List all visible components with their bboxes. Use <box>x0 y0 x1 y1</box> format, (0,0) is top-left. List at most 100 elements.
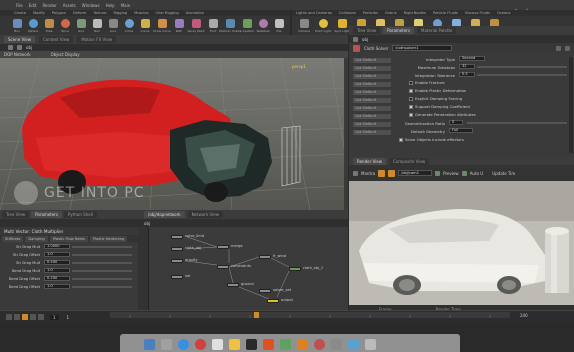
subtab-damping[interactable]: Damping <box>25 235 48 242</box>
shelf-tool-draw-curve[interactable]: Draw Curve <box>153 19 171 33</box>
shelf-tool-camera[interactable]: Camera <box>296 19 312 33</box>
terminal-icon[interactable] <box>246 339 257 350</box>
filezilla-icon[interactable] <box>263 339 274 350</box>
back-arrow-icon[interactable] <box>353 170 358 176</box>
param-slider[interactable] <box>72 278 132 280</box>
tab-python-shell[interactable]: Python Shell <box>64 211 97 218</box>
play-icon[interactable] <box>22 314 28 320</box>
menu-edit[interactable]: Edit <box>29 3 37 8</box>
app-icon[interactable] <box>314 339 325 350</box>
integration-tolerance-field[interactable]: 0.5 <box>459 72 475 77</box>
tab-context-view[interactable]: Context View <box>38 36 74 43</box>
auto-update-check[interactable] <box>461 170 467 176</box>
subtab-plastic-hardening[interactable]: Plastic Hardening <box>89 235 128 242</box>
shelf-tab[interactable]: Rigid Bodies <box>404 10 426 16</box>
param-slider[interactable] <box>72 262 132 264</box>
shelf-tab[interactable]: Muscles <box>134 10 148 16</box>
tab-material-palette[interactable]: Material Palette <box>417 27 457 34</box>
menu-file[interactable]: File <box>16 3 23 8</box>
shelf-tool-font[interactable]: Font <box>206 19 220 33</box>
tab-composite-view[interactable]: Composite View <box>389 157 430 165</box>
shelf-tab[interactable]: Texture <box>93 10 106 16</box>
node-output[interactable] <box>267 299 279 303</box>
shelf-tool-spot-light[interactable]: Spot Light <box>334 19 350 33</box>
penetration-attrs-check[interactable]: Generate Penetration Attributes <box>409 112 476 117</box>
jump-start-icon[interactable] <box>6 314 12 320</box>
finder-icon[interactable] <box>144 339 155 350</box>
camera-menu[interactable]: /obj/cam1 <box>398 170 433 176</box>
gear-icon[interactable] <box>556 45 561 51</box>
app-icon[interactable] <box>331 339 342 350</box>
geometrization-ratio-field[interactable]: 0 <box>449 120 463 125</box>
checkbox[interactable] <box>409 96 413 101</box>
param-field[interactable]: 0.500 <box>44 260 70 265</box>
params-path[interactable]: obj <box>362 37 368 42</box>
shelf-tab[interactable]: Rigging <box>114 10 128 16</box>
geometrization-ratio-slider[interactable] <box>467 122 567 124</box>
object-display-label[interactable]: Object Display <box>51 52 80 57</box>
shelf-tool-line[interactable]: Line <box>106 19 120 33</box>
use-default-button[interactable]: Use Default <box>353 97 391 103</box>
node-ground[interactable] <box>227 283 239 287</box>
param-field[interactable]: 1.0 <box>44 284 70 289</box>
tab-render-view[interactable]: Render View <box>353 157 387 165</box>
damping-coeff-check[interactable]: Support Damping Coefficient <box>409 104 470 109</box>
tab-parameters[interactable]: Parameters <box>383 27 415 34</box>
preview-check[interactable] <box>435 170 441 176</box>
network-path[interactable]: obj <box>144 221 150 226</box>
trash-icon[interactable] <box>365 339 376 350</box>
shelf-tool-lsystem[interactable]: L-System <box>240 19 254 33</box>
use-default-button[interactable]: Use Default <box>353 129 391 135</box>
shelf-tool-grid[interactable]: Grid <box>74 19 88 33</box>
node-vel[interactable] <box>171 275 183 279</box>
use-default-button[interactable]: Use Default <box>353 113 391 119</box>
pause-icon[interactable] <box>388 169 396 177</box>
params-scrollbar[interactable] <box>569 57 573 153</box>
help-icon[interactable] <box>565 45 570 51</box>
shelf-tab[interactable]: Animation <box>186 10 204 16</box>
end-frame[interactable]: 240 <box>520 313 528 318</box>
enable-plastic-check[interactable]: Enable Plastic Deformation <box>409 88 466 93</box>
back-arrow-icon[interactable] <box>353 36 358 42</box>
tab-scene-view[interactable]: Scene View <box>4 36 35 43</box>
viewport-path[interactable]: obj <box>26 45 32 50</box>
node-merge[interactable] <box>217 245 229 249</box>
solve-effectors-check[interactable]: Solve Objects Include effectors <box>399 137 464 142</box>
menu-windows[interactable]: Windows <box>82 3 100 8</box>
shelf-tab[interactable]: Char Rigging <box>155 10 178 16</box>
shelf-tool-point-light[interactable]: Point Light <box>315 19 331 33</box>
subtab-plastic-flow[interactable]: Plastic Flow Rates <box>49 235 88 242</box>
step-back-icon[interactable] <box>14 314 20 320</box>
shelf-tab[interactable]: Collisions <box>339 10 356 16</box>
shelf-tool-curve[interactable]: Curve <box>138 19 152 33</box>
jump-end-icon[interactable] <box>38 314 44 320</box>
param-slider[interactable] <box>72 286 132 288</box>
checkbox[interactable] <box>409 80 413 85</box>
shelf-tool-spray-paint[interactable]: Spray Paint <box>187 19 205 33</box>
shelf-tool-box[interactable]: Box <box>10 19 24 33</box>
max-substeps-slider[interactable] <box>477 66 567 68</box>
enable-fracture-check[interactable]: Enable Fracture <box>409 80 445 85</box>
shelf-tab[interactable]: Grains <box>385 10 397 16</box>
shelf-tool-torus[interactable]: Torus <box>58 19 72 33</box>
shelf-tool-metaball[interactable]: Metaball <box>256 19 270 33</box>
network-canvas[interactable]: solve_limit cloth_obj merge gravity fr_w… <box>148 227 348 310</box>
render-button-icon[interactable] <box>378 169 386 177</box>
menu-main[interactable]: Main <box>121 3 131 8</box>
shelf-tab[interactable]: Create <box>14 10 26 16</box>
integration-tolerance-slider[interactable] <box>477 74 567 76</box>
use-default-button[interactable]: Use Default <box>353 105 391 111</box>
tab-motion-fx-view[interactable]: Motion FX View <box>77 36 117 43</box>
node-solve-limit[interactable] <box>171 235 183 239</box>
tab-parameters[interactable]: Parameters <box>31 211 63 218</box>
node-cloth-obj[interactable] <box>171 247 183 251</box>
shelf-tab[interactable]: Particle Fluids <box>433 10 458 16</box>
use-default-button[interactable]: Use Default <box>353 121 391 127</box>
param-field[interactable]: 0.200 <box>44 276 70 281</box>
shelf-tool-null[interactable]: Null <box>90 19 104 33</box>
param-field[interactable]: 1.0 <box>44 252 70 257</box>
shelf-tab[interactable]: Particles <box>363 10 378 16</box>
integrator-type-menu[interactable]: Second <box>459 56 485 61</box>
shelf-tab[interactable]: Polygon <box>52 10 66 16</box>
menu-help[interactable]: Help <box>106 3 115 8</box>
